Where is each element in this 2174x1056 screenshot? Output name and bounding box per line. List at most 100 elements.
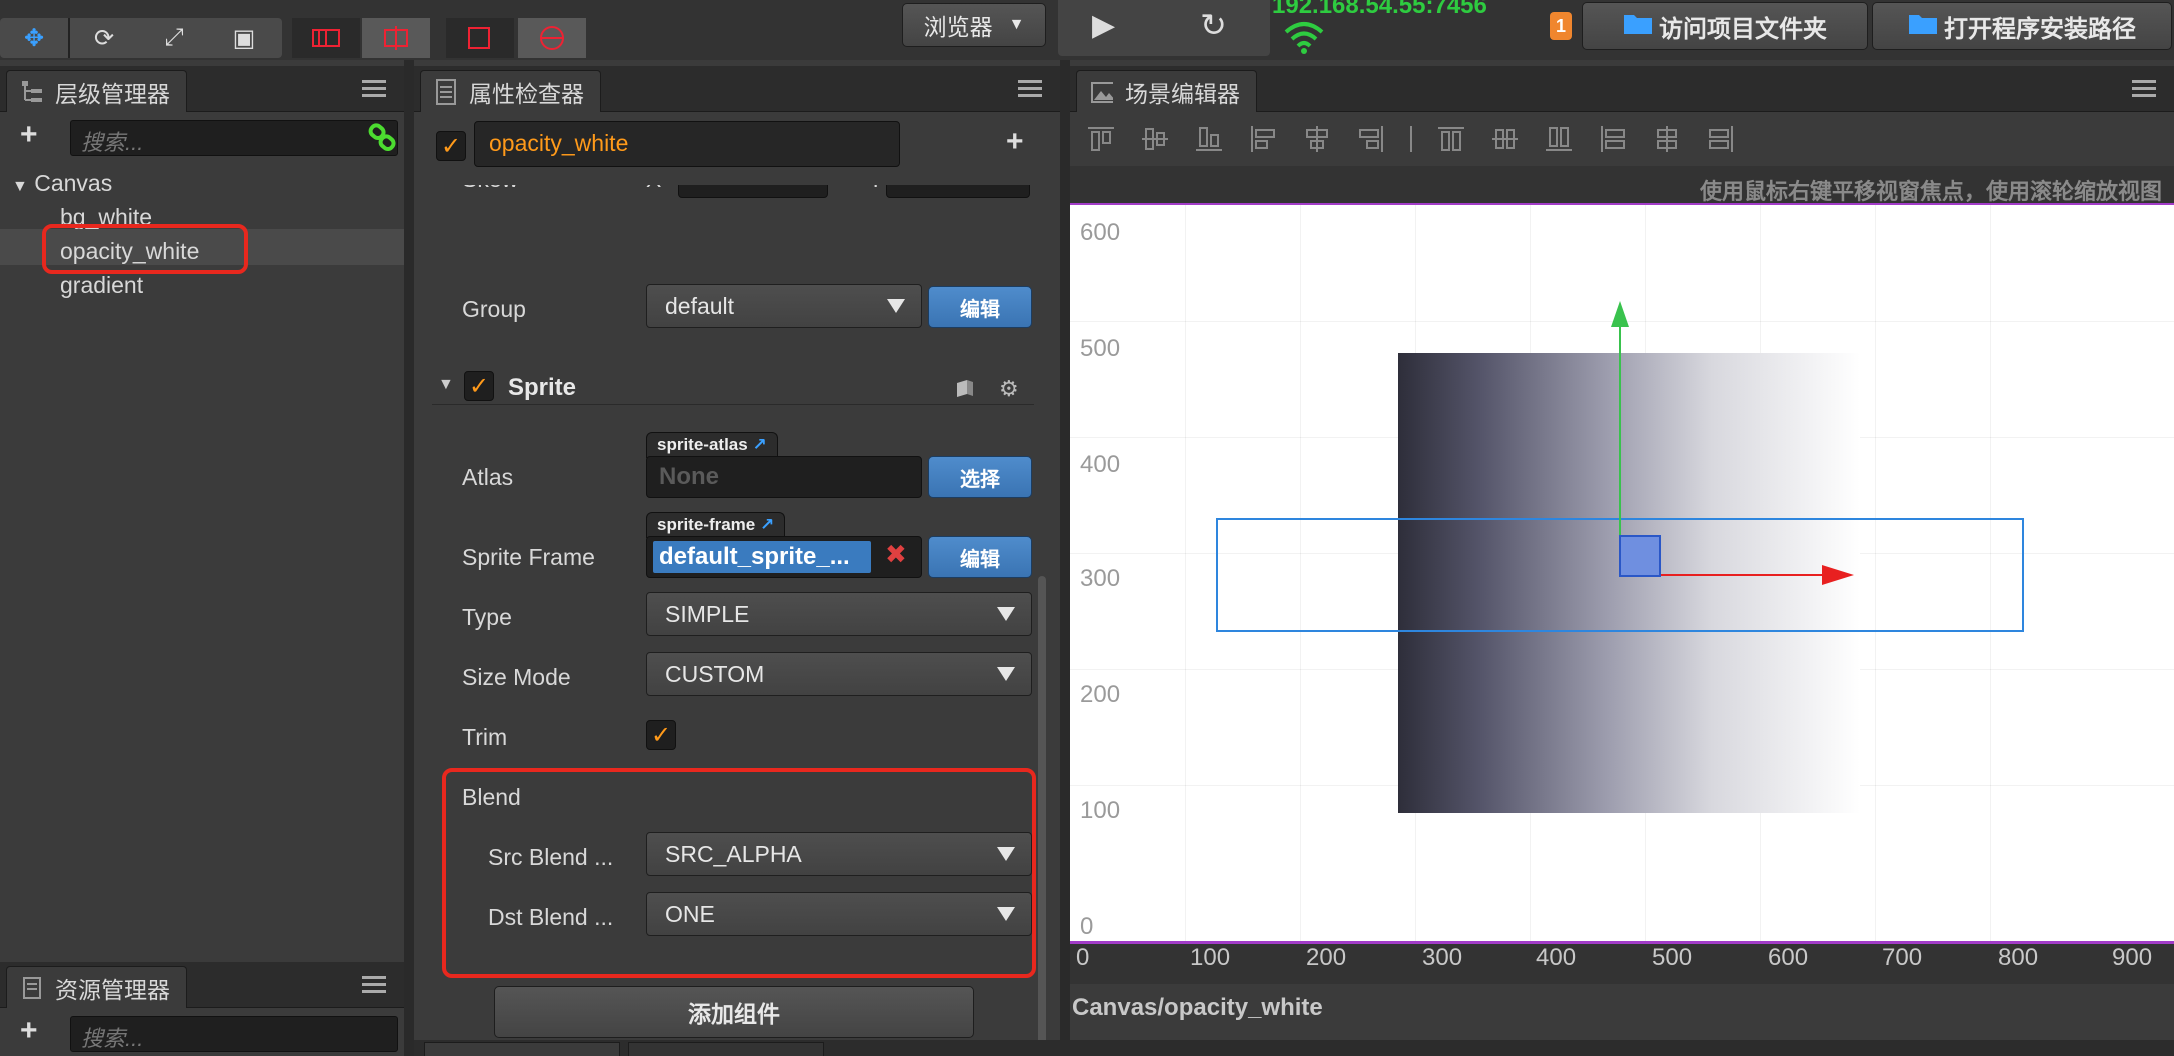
help-book-icon[interactable] — [954, 378, 976, 405]
gear-icon[interactable]: ⚙ — [999, 376, 1019, 402]
tab-inspector[interactable]: 属性检查器 — [420, 70, 601, 112]
x-tick-label: 200 — [1306, 944, 1347, 971]
open-install-path-button[interactable]: 打开程序安装路径 — [1872, 2, 2172, 50]
panel-divider[interactable] — [404, 60, 414, 1056]
gizmo-pivot-icon[interactable] — [292, 18, 360, 58]
node-active-checkbox[interactable]: ✓ — [436, 131, 466, 161]
group-edit-button[interactable]: 编辑 — [928, 286, 1032, 328]
move-tool-icon[interactable]: ✥ — [0, 18, 68, 58]
scene-status-bar: Canvas/opacity_white — [1070, 984, 2174, 1036]
add-property-icon[interactable]: + — [1006, 125, 1024, 159]
scene-hint-bar: 使用鼠标右键平移视窗焦点，使用滚轮缩放视图 — [1070, 166, 2174, 206]
distribute-vcenter-icon[interactable] — [1490, 124, 1520, 154]
play-icon[interactable]: ▶ — [1092, 8, 1115, 43]
open-project-folder-button[interactable]: 访问项目文件夹 — [1582, 2, 1868, 50]
gizmo-global-icon[interactable] — [518, 18, 586, 58]
tab-hierarchy[interactable]: 层级管理器 — [6, 70, 187, 112]
gizmo-local-icon[interactable] — [446, 18, 514, 58]
hierarchy-menu-icon[interactable] — [362, 80, 386, 98]
align-bottom-icon[interactable] — [1194, 124, 1224, 154]
inspector-panel: 属性检查器 Skew X 0 Y 0 Group default 编辑 ▼ ✓ … — [414, 66, 1060, 1056]
collapse-caret-icon[interactable]: ▼ — [438, 376, 454, 394]
node-name-input[interactable]: opacity_white — [474, 121, 900, 167]
atlas-select-button[interactable]: 选择 — [928, 456, 1032, 498]
tree-item-gradient[interactable]: gradient — [60, 272, 143, 299]
x-tick-label: 100 — [1190, 944, 1231, 971]
sprite-frame-edit-button[interactable]: 编辑 — [928, 536, 1032, 578]
scale-tool-icon[interactable]: ⤢ — [140, 18, 208, 58]
size-mode-label: Size Mode — [462, 664, 571, 690]
inspector-menu-icon[interactable] — [1018, 80, 1042, 98]
hierarchy-search-input[interactable]: 搜索... — [70, 120, 398, 156]
sprite-frame-field[interactable]: default_sprite_... ✖ — [646, 536, 922, 578]
external-link-icon[interactable]: ↗ — [760, 515, 774, 534]
node-path: Canvas/opacity_white — [1072, 994, 1323, 1021]
scene-tabbar: 场景编辑器 — [1070, 66, 2174, 112]
notification-badge[interactable]: 1 — [1550, 12, 1572, 40]
tab-assets[interactable]: 资源管理器 — [6, 966, 187, 1008]
play-controls — [1058, 0, 1270, 56]
panel-divider[interactable] — [1060, 60, 1070, 1056]
clear-x-icon[interactable]: ✖ — [885, 539, 907, 570]
scene-viewport[interactable]: 600 500 400 300 200 100 0 — [1070, 205, 2174, 943]
move-gizmo[interactable] — [1070, 205, 2174, 943]
top-toolbar: ✥ ⟳ ⤢ ▣ 浏览器 ▼ ▶ ↻ 192.168.54.55:7456 1 访… — [0, 0, 2174, 60]
align-hcenter-icon[interactable] — [1302, 124, 1332, 154]
align-top-icon[interactable] — [1086, 124, 1116, 154]
distribute-bottom-icon[interactable] — [1544, 124, 1574, 154]
bottom-tab[interactable] — [424, 1042, 620, 1056]
add-asset-icon[interactable]: + — [20, 1014, 38, 1048]
group-select[interactable]: default — [646, 284, 922, 328]
caret-down-icon: ▼ — [12, 178, 28, 195]
distribute-hcenter-icon[interactable] — [1652, 124, 1682, 154]
chevron-down-icon: ▼ — [1008, 16, 1025, 33]
sprite-frame-type-tag: sprite-frame ↗ — [646, 512, 786, 538]
trim-label: Trim — [462, 724, 508, 750]
folder-icon — [1908, 11, 1938, 42]
x-ruler: 0 100 200 300 400 500 600 700 800 900 — [1070, 944, 2174, 984]
type-select[interactable]: SIMPLE — [646, 592, 1032, 636]
gizmo-center-icon[interactable] — [362, 18, 430, 58]
rect-tool-icon[interactable]: ▣ — [210, 18, 278, 58]
browser-select[interactable]: 浏览器 ▼ — [902, 3, 1046, 47]
assets-search-input[interactable]: 搜索... — [70, 1016, 398, 1052]
inspector-tabbar: 属性检查器 — [414, 66, 1060, 112]
tree-root-canvas[interactable]: ▼ Canvas — [12, 170, 112, 197]
atlas-field[interactable]: None — [646, 456, 922, 498]
rotate-tool-icon[interactable]: ⟳ — [70, 18, 138, 58]
assets-menu-icon[interactable] — [362, 976, 386, 994]
align-right-icon[interactable] — [1356, 124, 1386, 154]
trim-checkbox[interactable]: ✓ — [646, 720, 676, 750]
scene-hint-text: 使用鼠标右键平移视窗焦点，使用滚轮缩放视图 — [1699, 179, 2162, 204]
chevron-down-icon — [997, 607, 1015, 621]
distribute-top-icon[interactable] — [1436, 124, 1466, 154]
link-icon[interactable] — [368, 120, 398, 159]
preview-ip: 192.168.54.55:7456 — [1272, 0, 1487, 19]
wifi-icon — [1282, 20, 1326, 59]
size-mode-select-value: CUSTOM — [665, 660, 765, 687]
align-vcenter-icon[interactable] — [1140, 124, 1170, 154]
add-node-icon[interactable]: + — [20, 118, 38, 152]
size-mode-select[interactable]: CUSTOM — [646, 652, 1032, 696]
x-tick-label: 900 — [2112, 944, 2153, 971]
x-tick-label: 400 — [1536, 944, 1577, 971]
sprite-enabled-checkbox[interactable]: ✓ — [464, 371, 494, 401]
atlas-tag-label: sprite-atlas — [657, 435, 748, 454]
distribute-left-icon[interactable] — [1598, 124, 1628, 154]
x-tick-label: 500 — [1652, 944, 1693, 971]
folder-icon — [1623, 11, 1653, 42]
tab-scene[interactable]: 场景编辑器 — [1076, 70, 1257, 112]
group-select-value: default — [665, 292, 735, 319]
atlas-label: Atlas — [462, 464, 514, 490]
assets-icon — [21, 976, 43, 1000]
scene-menu-icon[interactable] — [2132, 80, 2156, 98]
distribute-right-icon[interactable] — [1706, 124, 1736, 154]
inspector-scrollbar[interactable] — [1038, 576, 1046, 1056]
external-link-icon[interactable]: ↗ — [752, 435, 766, 454]
refresh-icon[interactable]: ↻ — [1200, 6, 1227, 44]
highlight-box-blend — [442, 768, 1036, 978]
chevron-down-icon — [997, 667, 1015, 681]
align-left-icon[interactable] — [1248, 124, 1278, 154]
add-component-button[interactable]: 添加组件 — [494, 986, 974, 1038]
bottom-tab[interactable] — [628, 1042, 824, 1056]
